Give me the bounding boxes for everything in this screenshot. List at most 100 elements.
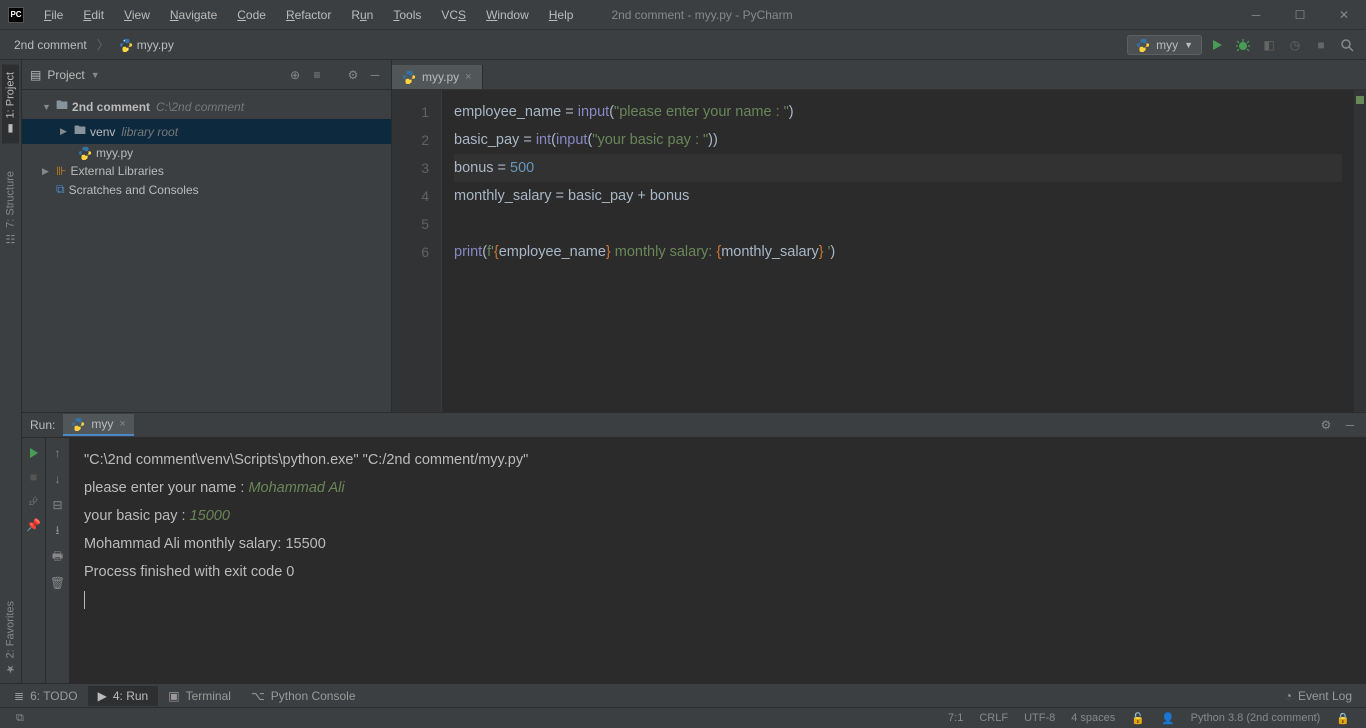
rerun-button[interactable] bbox=[25, 444, 43, 462]
gear-icon[interactable]: ⚙ bbox=[1318, 417, 1334, 433]
folder-icon: 🖿 bbox=[56, 96, 68, 117]
stop-button[interactable]: ■ bbox=[25, 468, 43, 486]
status-indent[interactable]: 4 spaces bbox=[1063, 712, 1123, 725]
sidebar-tab-structure[interactable]: ☷7: Structure bbox=[2, 163, 19, 253]
sidebar-tab-favorites[interactable]: ★2: Favorites bbox=[2, 593, 19, 683]
bottom-tab-todo[interactable]: ≣6: TODO bbox=[4, 686, 88, 706]
project-tree[interactable]: ▼ 🖿 2nd comment C:\2nd comment ▶ 🖿 venv … bbox=[22, 90, 391, 203]
chevron-down-icon[interactable]: ▼ bbox=[91, 70, 100, 80]
expand-arrow-icon[interactable]: ▶ bbox=[42, 166, 52, 177]
editor-tab-myy[interactable]: myy.py × bbox=[392, 65, 483, 89]
status-windows-icon[interactable]: ⧉ bbox=[8, 712, 32, 725]
bottom-tab-python-console[interactable]: ⌥Python Console bbox=[241, 686, 366, 706]
debug-button[interactable] bbox=[1232, 34, 1254, 56]
window-title: 2nd comment - myy.py - PyCharm bbox=[581, 8, 1242, 22]
code-area[interactable]: employee_name = input("please enter your… bbox=[442, 90, 1354, 412]
breadcrumb-separator: 〉 bbox=[97, 36, 109, 53]
status-readonly-icon[interactable]: 🔓 bbox=[1123, 712, 1153, 725]
trash-icon[interactable]: 🗑 bbox=[49, 574, 67, 592]
menu-window[interactable]: Window bbox=[478, 4, 537, 26]
status-encoding[interactable]: UTF-8 bbox=[1016, 712, 1063, 725]
menu-bar: File Edit View Navigate Code Refactor Ru… bbox=[36, 4, 581, 26]
search-everywhere-button[interactable] bbox=[1336, 34, 1358, 56]
menu-view[interactable]: View bbox=[116, 4, 158, 26]
maximize-button[interactable]: ☐ bbox=[1286, 5, 1314, 25]
pin-icon[interactable]: 📌 bbox=[25, 516, 43, 534]
status-interpreter[interactable]: Python 3.8 (2nd comment) bbox=[1183, 712, 1329, 725]
gear-icon[interactable]: ⚙ bbox=[345, 67, 361, 83]
app-icon: PC bbox=[8, 7, 24, 23]
tree-external-libs[interactable]: ▶ ⊪ External Libraries bbox=[22, 162, 391, 180]
todo-icon: ≣ bbox=[14, 689, 24, 703]
inspection-gutter bbox=[1354, 90, 1366, 412]
chevron-down-icon: ▼ bbox=[1184, 40, 1193, 50]
scroll-to-end-icon[interactable]: ⭳ bbox=[49, 522, 67, 540]
close-tab-icon[interactable]: × bbox=[465, 71, 471, 83]
tree-root[interactable]: ▼ 🖿 2nd comment C:\2nd comment bbox=[22, 94, 391, 119]
status-bar: ⧉ 7:1 CRLF UTF-8 4 spaces 🔓 👤 Python 3.8… bbox=[0, 707, 1366, 728]
project-header: ▤ Project ▼ ⊕ ≡ ⚙ ─ bbox=[22, 60, 391, 90]
minimize-button[interactable]: ─ bbox=[1242, 5, 1270, 25]
toggle-layout-icon[interactable]: ⮵ bbox=[25, 492, 43, 510]
tree-file-myy[interactable]: myy.py bbox=[22, 144, 391, 162]
python-icon bbox=[71, 417, 85, 431]
close-button[interactable]: ✕ bbox=[1330, 5, 1358, 25]
breadcrumb: 2nd comment 〉 myy.py bbox=[8, 36, 180, 54]
bottom-tool-tabs: ≣6: TODO ▶4: Run ▣Terminal ⌥Python Conso… bbox=[0, 683, 1366, 707]
tree-venv[interactable]: ▶ 🖿 venv library root bbox=[22, 119, 391, 144]
menu-help[interactable]: Help bbox=[541, 4, 582, 26]
run-button[interactable] bbox=[1206, 34, 1228, 56]
hide-icon[interactable]: ─ bbox=[367, 67, 383, 83]
status-line-separator[interactable]: CRLF bbox=[971, 712, 1016, 725]
python-file-icon bbox=[402, 70, 416, 84]
profile-button[interactable]: ◷ bbox=[1284, 34, 1306, 56]
print-icon[interactable]: 🖶 bbox=[49, 548, 67, 566]
menu-tools[interactable]: Tools bbox=[385, 4, 429, 26]
menu-refactor[interactable]: Refactor bbox=[278, 4, 339, 26]
run-toolbar-secondary: ↑ ↓ ⊟ ⭳ 🖶 🗑 bbox=[46, 438, 70, 683]
stop-button[interactable]: ■ bbox=[1310, 34, 1332, 56]
window-controls: ─ ☐ ✕ bbox=[1242, 5, 1358, 25]
status-inspection-icon[interactable]: 👤 bbox=[1153, 712, 1183, 725]
python-icon bbox=[1136, 38, 1150, 52]
tree-scratches[interactable]: ⧉ Scratches and Consoles bbox=[22, 180, 391, 199]
scratches-icon: ⧉ bbox=[56, 182, 65, 197]
menu-vcs[interactable]: VCS bbox=[433, 4, 474, 26]
menu-edit[interactable]: Edit bbox=[75, 4, 112, 26]
expand-arrow-icon[interactable]: ▶ bbox=[60, 126, 70, 137]
hide-icon[interactable]: ─ bbox=[1342, 417, 1358, 433]
editor-content[interactable]: 1 2 3 4 5 6 employee_name = input("pleas… bbox=[392, 90, 1366, 412]
breadcrumb-file[interactable]: myy.py bbox=[113, 36, 180, 54]
expand-arrow-icon[interactable]: ▼ bbox=[42, 102, 52, 112]
line-gutter: 1 2 3 4 5 6 bbox=[392, 90, 442, 412]
up-arrow-icon[interactable]: ↑ bbox=[49, 444, 67, 462]
soft-wrap-icon[interactable]: ⊟ bbox=[49, 496, 67, 514]
sidebar-tab-project[interactable]: ▮1: Project bbox=[2, 64, 19, 143]
python-file-icon bbox=[119, 38, 133, 52]
menu-navigate[interactable]: Navigate bbox=[162, 4, 225, 26]
python-file-icon bbox=[78, 146, 92, 160]
menu-file[interactable]: File bbox=[36, 4, 71, 26]
locate-icon[interactable]: ⊕ bbox=[287, 67, 303, 83]
navigation-bar: 2nd comment 〉 myy.py myy ▼ ◧ ◷ ■ bbox=[0, 30, 1366, 60]
python-console-icon: ⌥ bbox=[251, 689, 265, 703]
bottom-tab-terminal[interactable]: ▣Terminal bbox=[158, 686, 241, 706]
console-output[interactable]: "C:\2nd comment\venv\Scripts\python.exe"… bbox=[70, 438, 1366, 683]
menu-code[interactable]: Code bbox=[229, 4, 274, 26]
bottom-tab-run[interactable]: ▶4: Run bbox=[88, 686, 159, 706]
main-area: ▮1: Project ☷7: Structure ★2: Favorites … bbox=[0, 60, 1366, 683]
status-caret-position[interactable]: 7:1 bbox=[940, 712, 971, 725]
expand-all-icon[interactable]: ≡ bbox=[309, 67, 325, 83]
down-arrow-icon[interactable]: ↓ bbox=[49, 470, 67, 488]
run-tab-myy[interactable]: myy × bbox=[63, 414, 133, 436]
menu-run[interactable]: Run bbox=[343, 4, 381, 26]
breadcrumb-project[interactable]: 2nd comment bbox=[8, 36, 93, 54]
inspection-ok-icon bbox=[1356, 96, 1364, 104]
run-configuration-selector[interactable]: myy ▼ bbox=[1127, 35, 1202, 55]
project-title[interactable]: Project bbox=[47, 68, 84, 82]
run-with-coverage-button[interactable]: ◧ bbox=[1258, 34, 1280, 56]
status-padlock-icon[interactable]: 🔒 bbox=[1328, 712, 1358, 725]
bottom-tab-event-log[interactable]: ◔Event Log bbox=[1275, 686, 1362, 706]
close-tab-icon[interactable]: × bbox=[119, 418, 125, 430]
editor-area: myy.py × 1 2 3 4 5 6 employee_name = inp… bbox=[392, 60, 1366, 412]
